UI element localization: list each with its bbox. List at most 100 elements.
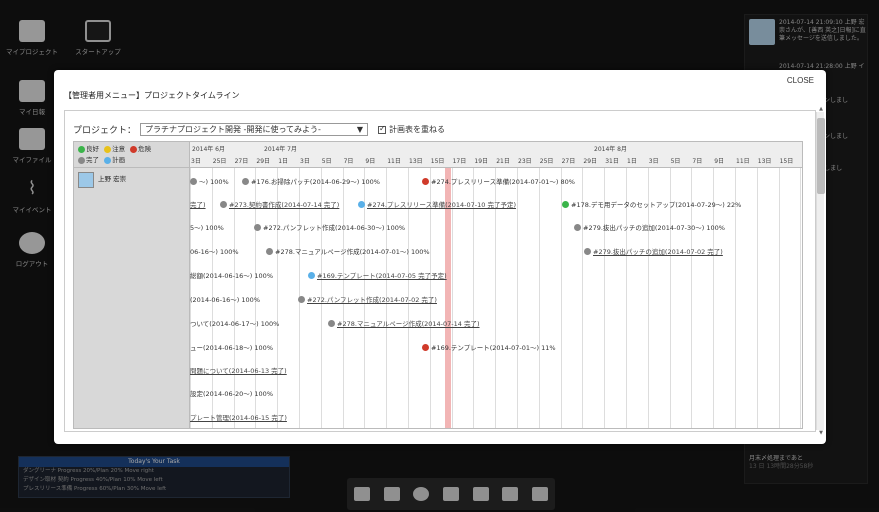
day-label: 21日 xyxy=(496,158,510,165)
task-bar[interactable]: (2014-06-16～) 100% xyxy=(190,294,260,304)
scrollbar[interactable]: ▲ ▼ xyxy=(816,106,825,436)
day-label: 9日 xyxy=(714,158,725,165)
task-bar[interactable]: #176.お掃除パッチ(2014-06-29～) 100% xyxy=(242,176,380,186)
task-label: #178.デモ用データのセットアップ(2014-07-29～) 22% xyxy=(571,201,742,209)
month-label: 2014年 8月 xyxy=(594,146,627,153)
task-bar[interactable]: #278.マニュアルページ作成(2014-07-14 完了) xyxy=(328,318,480,328)
task-bar[interactable]: 総額(2014-06-16～) 100% xyxy=(190,270,273,280)
day-label: 7日 xyxy=(692,158,703,165)
day-label: 1日 xyxy=(627,158,637,165)
task-bar[interactable]: #273.契約書作成(2014-07-14 完了) xyxy=(220,199,339,209)
day-label: 9日 xyxy=(365,158,376,165)
grid-line xyxy=(778,168,780,428)
task-bar[interactable]: #169.テンプレート(2014-07-05 完了予定) xyxy=(308,270,447,280)
legend-good: 良好 xyxy=(86,145,99,153)
legend-plan: 計画 xyxy=(112,156,126,164)
task-label: 設定(2014-06-20～) 100% xyxy=(190,390,273,398)
caution-dot-icon xyxy=(104,145,112,153)
status-dot-icon xyxy=(562,200,569,208)
day-label: 11日 xyxy=(736,158,750,165)
task-bar[interactable]: #274.プレスリリース準備(2014-07-01～) 80% xyxy=(422,176,575,186)
timeline-modal: CLOSE 【管理者用メニュー】プロジェクトタイムライン プロジェクト： プラチ… xyxy=(54,70,826,444)
day-label: 5日 xyxy=(670,158,681,165)
status-dot-icon xyxy=(422,177,429,185)
project-select[interactable]: プラチナプロジェクト開発 -開発に使ってみよう- ▼ xyxy=(140,123,369,136)
task-bar[interactable]: 完了) xyxy=(190,199,206,209)
task-bar[interactable]: #178.デモ用データのセットアップ(2014-07-29～) 22% xyxy=(562,199,741,209)
task-label: 総額(2014-06-16～) 100% xyxy=(190,272,273,280)
day-label: 15日 xyxy=(779,158,794,165)
status-legend: 良好 注意 危険 完了 計画 xyxy=(74,142,190,168)
overlay-plan-toggle[interactable]: 計画表を重ねる xyxy=(378,124,445,135)
user-name: 上野 宏崇 xyxy=(98,175,127,183)
grid-line xyxy=(800,168,802,428)
day-label: 25日 xyxy=(212,158,227,165)
avatar xyxy=(78,172,94,188)
task-label: #169.テンプレート(2014-07-05 完了予定) xyxy=(317,272,447,280)
timeline-panel: プロジェクト： プラチナプロジェクト開発 -開発に使ってみよう- ▼ 計画表を重… xyxy=(64,110,816,432)
task-bar[interactable]: ュー(2014-06-18～) 100% xyxy=(190,342,273,352)
task-bar[interactable]: 問題について(2014-06-13 完了) xyxy=(190,365,287,375)
day-label: 17日 xyxy=(452,158,467,165)
task-label: #272.パンフレット作成(2014-06-30～) 100% xyxy=(263,224,406,232)
task-bar[interactable]: ついて(2014-06-17～) 100% xyxy=(190,318,279,328)
task-label: #274.プレスリリース準備(2014-07-01～) 80% xyxy=(431,178,575,186)
day-label: 1日 xyxy=(278,158,289,165)
task-label: (2014-06-16～) 100% xyxy=(190,296,260,304)
status-dot-icon xyxy=(328,319,335,327)
task-bar[interactable]: 5～) 100% xyxy=(190,222,224,232)
task-bar[interactable]: #272.パンフレット作成(2014-06-30～) 100% xyxy=(254,222,405,232)
day-label: 15日 xyxy=(430,158,445,165)
task-label: 問題について(2014-06-13 完了) xyxy=(190,367,287,375)
grid-line xyxy=(538,168,540,428)
legend-caution: 注意 xyxy=(112,145,126,153)
task-bar[interactable]: ～) 100% xyxy=(190,176,229,186)
day-label: 13日 xyxy=(757,158,772,165)
day-label: 13日 xyxy=(409,158,423,165)
day-label: 3日 xyxy=(648,158,659,165)
task-bar[interactable]: プレート管理(2014-06-15 完了) xyxy=(190,412,287,422)
close-button[interactable]: CLOSE xyxy=(787,76,814,85)
day-label: 7日 xyxy=(343,158,354,165)
task-label: ～) 100% xyxy=(199,178,229,186)
task-bar[interactable]: 06-16～) 100% xyxy=(190,246,239,256)
project-row: プロジェクト： プラチナプロジェクト開発 -開発に使ってみよう- ▼ 計画表を重… xyxy=(73,123,445,136)
task-label: #274.プレスリリース準備(2014-07-10 完了予定) xyxy=(367,201,517,209)
month-label: 2014年 6月 xyxy=(192,146,225,153)
task-bar[interactable]: #278.マニュアルページ作成(2014-07-01～) 100% xyxy=(266,246,430,256)
overlay-plan-label: 計画表を重ねる xyxy=(389,125,446,134)
project-select-value: プラチナプロジェクト開発 -開発に使ってみよう- xyxy=(145,125,321,134)
task-label: #272.パンフレット作成(2014-07-02 完了) xyxy=(307,296,437,304)
chevron-down-icon: ▼ xyxy=(356,125,364,134)
plan-dot-icon xyxy=(104,156,112,164)
task-label: #279.抜出パッチの追加(2014-07-30～) 100% xyxy=(583,224,725,232)
task-bar[interactable]: #274.プレスリリース準備(2014-07-10 完了予定) xyxy=(358,199,516,209)
day-label: 11日 xyxy=(387,158,401,165)
task-label: 5～) 100% xyxy=(190,224,224,232)
day-label: 25日 xyxy=(539,158,554,165)
scroll-up-icon[interactable]: ▲ xyxy=(817,106,825,112)
task-label: ついて(2014-06-17～) 100% xyxy=(190,320,280,328)
task-label: #278.マニュアルページ作成(2014-07-14 完了) xyxy=(337,320,480,328)
status-dot-icon xyxy=(308,271,315,279)
task-label: ュー(2014-06-18～) 100% xyxy=(190,344,273,352)
task-bar[interactable]: #169.テンプレート(2014-07-01～) 11% xyxy=(422,342,556,352)
scroll-thumb[interactable] xyxy=(817,118,825,194)
task-label: #273.契約書作成(2014-07-14 完了) xyxy=(229,201,340,209)
user-column: 上野 宏崇 xyxy=(74,168,190,428)
status-dot-icon xyxy=(584,247,591,255)
day-label: 27日 xyxy=(234,158,249,165)
checkbox[interactable] xyxy=(378,124,387,134)
legend-danger: 危険 xyxy=(138,145,152,153)
task-bar[interactable]: #272.パンフレット作成(2014-07-02 完了) xyxy=(298,294,437,304)
task-bar[interactable]: #279.抜出パッチの追加(2014-07-02 完了) xyxy=(584,246,723,256)
day-label: 23日 xyxy=(518,158,532,165)
task-bar[interactable]: 設定(2014-06-20～) 100% xyxy=(190,388,273,398)
task-label: #169.テンプレート(2014-07-01～) 11% xyxy=(431,344,556,352)
day-label: 29日 xyxy=(256,158,271,165)
day-label: 3日 xyxy=(191,158,201,165)
grid-line xyxy=(517,168,518,428)
task-bar[interactable]: #279.抜出パッチの追加(2014-07-30～) 100% xyxy=(574,222,725,232)
task-label: #279.抜出パッチの追加(2014-07-02 完了) xyxy=(593,248,723,256)
scroll-down-icon[interactable]: ▼ xyxy=(817,430,825,436)
